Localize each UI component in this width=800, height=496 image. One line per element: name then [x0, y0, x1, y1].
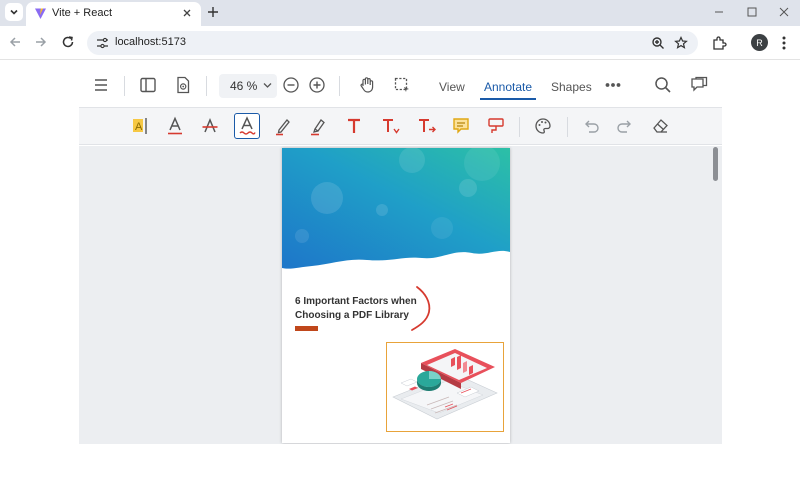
text-replace-icon[interactable] — [417, 116, 437, 136]
tab-search-button[interactable] — [5, 3, 23, 21]
browser-menu-icon[interactable] — [781, 35, 787, 51]
document-title-line-1: 6 Important Factors when — [295, 296, 417, 307]
new-tab-icon[interactable] — [206, 5, 220, 19]
search-icon[interactable] — [654, 76, 672, 94]
undo-icon[interactable] — [582, 116, 600, 136]
toolbar-divider — [206, 76, 207, 96]
browser-tab-strip: Vite + React — [0, 0, 800, 26]
reload-icon[interactable] — [61, 35, 75, 49]
tab-view[interactable]: View — [439, 80, 465, 94]
viewer-toolbar: 46 % View Annotate Shapes — [79, 66, 722, 106]
ink-annotation[interactable] — [409, 284, 435, 334]
pdf-page[interactable]: 6 Important Factors when Choosing a PDF … — [282, 148, 510, 443]
site-info-icon[interactable] — [96, 37, 109, 49]
pan-hand-icon[interactable] — [358, 76, 376, 94]
bookmark-star-icon[interactable] — [674, 36, 688, 50]
zoom-value: 46 % — [230, 79, 258, 93]
callout-icon[interactable] — [487, 116, 505, 136]
color-palette-icon[interactable] — [534, 116, 552, 136]
toolbar-divider — [519, 117, 520, 137]
profile-avatar[interactable]: R — [751, 34, 768, 51]
cover-hero-graphic — [282, 148, 510, 269]
zoom-in-icon[interactable] — [308, 76, 326, 94]
vite-logo-icon — [34, 7, 47, 20]
tab-title: Vite + React — [52, 7, 113, 19]
marquee-select-icon[interactable] — [393, 76, 411, 94]
browser-toolbar: localhost:5173 R — [0, 26, 800, 60]
isometric-dashboard-illustration — [392, 349, 498, 420]
chevron-down-icon — [263, 82, 272, 89]
eraser-icon[interactable] — [651, 116, 669, 136]
close-window-icon[interactable] — [778, 6, 790, 18]
document-settings-icon[interactable] — [175, 76, 191, 94]
title-accent-bar — [295, 326, 318, 331]
extensions-puzzle-icon[interactable] — [711, 35, 727, 51]
squiggly-underline-icon[interactable] — [238, 116, 256, 136]
highlighter-pen-icon[interactable] — [309, 116, 327, 136]
free-text-icon[interactable] — [345, 116, 363, 136]
minimize-icon[interactable] — [713, 6, 725, 18]
redo-icon[interactable] — [616, 116, 634, 136]
chevron-down-icon — [9, 7, 19, 17]
vertical-scrollbar[interactable] — [713, 147, 718, 181]
document-canvas[interactable]: 6 Important Factors when Choosing a PDF … — [79, 146, 722, 444]
url-text: localhost:5173 — [115, 36, 186, 48]
toolbar-divider — [339, 76, 340, 96]
toolbar-divider — [124, 76, 125, 96]
freehand-ink-icon[interactable] — [274, 116, 292, 136]
comments-panel-icon[interactable] — [690, 76, 708, 94]
browser-tab[interactable]: Vite + React — [26, 2, 201, 26]
text-insert-icon[interactable] — [381, 116, 401, 136]
sidebar-toggle-icon[interactable] — [139, 76, 157, 94]
active-tab-indicator — [480, 98, 536, 100]
annotation-toolbar: A — [79, 107, 722, 145]
zoom-select[interactable]: 46 % — [219, 74, 277, 98]
close-tab-icon[interactable] — [182, 8, 192, 18]
zoom-out-icon[interactable] — [282, 76, 300, 94]
zoom-in-page-icon[interactable] — [651, 36, 665, 50]
svg-text:A: A — [135, 121, 143, 133]
hamburger-menu-icon[interactable] — [93, 76, 109, 94]
address-bar[interactable]: localhost:5173 — [87, 31, 698, 55]
document-title: 6 Important Factors when Choosing a PDF … — [295, 295, 425, 323]
document-title-line-2: Choosing a PDF Library — [295, 310, 409, 321]
back-arrow-icon[interactable] — [8, 35, 22, 49]
toolbar-divider — [567, 117, 568, 137]
tab-shapes[interactable]: Shapes — [551, 80, 592, 94]
selected-image-annotation[interactable] — [386, 342, 504, 432]
maximize-icon[interactable] — [746, 6, 758, 18]
forward-arrow-icon[interactable] — [34, 35, 48, 49]
text-color-icon[interactable] — [166, 116, 184, 136]
strikethrough-icon[interactable] — [201, 116, 219, 136]
highlight-text-icon[interactable]: A — [131, 116, 149, 136]
sticky-note-icon[interactable] — [452, 116, 470, 136]
more-options-icon[interactable] — [605, 82, 621, 88]
tab-annotate[interactable]: Annotate — [484, 80, 532, 94]
